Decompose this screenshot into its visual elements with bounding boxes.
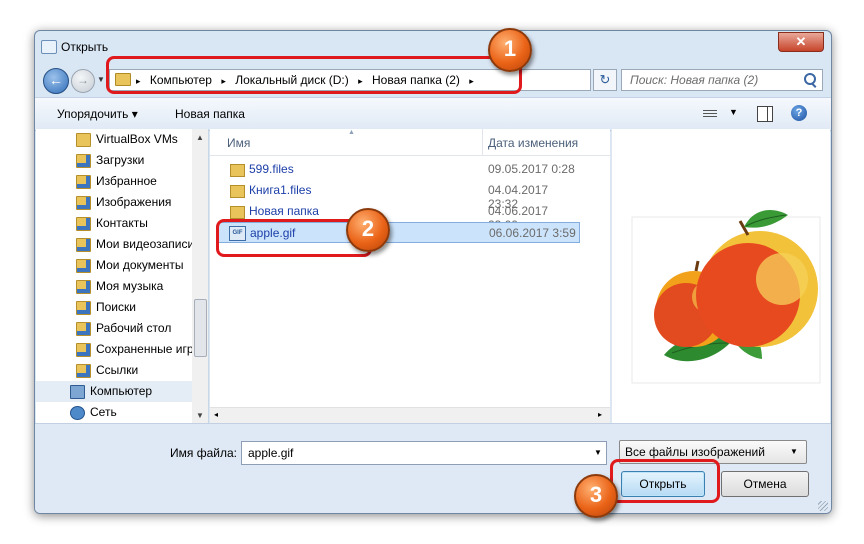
forward-button[interactable]: → <box>71 69 95 93</box>
links-folder-icon <box>76 364 91 378</box>
sidebar-item-links[interactable]: Ссылки <box>36 360 192 381</box>
views-dropdown-icon[interactable]: ▼ <box>729 107 738 117</box>
resize-grip-icon[interactable] <box>818 501 828 511</box>
sidebar-item-label: Мои документы <box>96 258 184 272</box>
sidebar-item-virtualbox-vms[interactable]: VirtualBox VMs <box>36 129 192 150</box>
sidebar-item-label: Рабочий стол <box>96 321 172 335</box>
sidebar-item-label: Сохраненные игры <box>96 342 192 356</box>
sidebar-item-saved-games[interactable]: Сохраненные игры <box>36 339 192 360</box>
folder-icon <box>230 185 245 198</box>
sidebar-item-label: Изображения <box>96 195 172 209</box>
sort-ascending-icon: ▲ <box>348 129 355 136</box>
sidebar-item-pictures[interactable]: Изображения <box>36 192 192 213</box>
sidebar-item-label: VirtualBox VMs <box>96 132 178 146</box>
sidebar-item-label: Контакты <box>96 216 148 230</box>
computer-icon <box>70 385 85 399</box>
sidebar-item-searches[interactable]: Поиски <box>36 297 192 318</box>
sidebar-item-downloads[interactable]: Загрузки <box>36 150 192 171</box>
searches-folder-icon <box>76 301 91 315</box>
file-type-value: Все файлы изображений <box>625 445 765 459</box>
search-input[interactable]: Поиск: Новая папка (2) <box>621 69 823 91</box>
sidebar-item-label: Сеть <box>90 405 117 419</box>
search-icon[interactable] <box>804 73 816 85</box>
scroll-down-icon[interactable]: ▼ <box>196 411 204 420</box>
sidebar-scrollbar[interactable]: ▲ ▼ <box>192 129 208 423</box>
column-header-name[interactable]: Имя <box>227 136 250 150</box>
address-bar-highlight <box>106 56 522 94</box>
column-divider[interactable] <box>482 129 483 155</box>
organize-menu-button[interactable]: Упорядочить ▾ <box>57 107 138 121</box>
sidebar-item-desktop[interactable]: Рабочий стол <box>36 318 192 339</box>
folder-icon <box>76 133 91 147</box>
app-icon <box>41 40 57 54</box>
documents-folder-icon <box>76 259 91 273</box>
sidebar-item-label: Мои видеозаписи <box>96 237 192 251</box>
videos-folder-icon <box>76 238 91 252</box>
sidebar-item-documents[interactable]: Мои документы <box>36 255 192 276</box>
step-badge-3: 3 <box>574 474 618 518</box>
saved-games-folder-icon <box>76 343 91 357</box>
help-icon[interactable]: ? <box>791 105 807 121</box>
command-toolbar: Упорядочить ▾ Новая папка ▼ ? <box>35 97 831 131</box>
change-view-icon[interactable] <box>703 108 717 119</box>
filename-field[interactable]: apple.gif ▼ <box>241 441 607 465</box>
open-file-dialog: Открыть ✕ ← → ▼ ▸ Компьютер ▸ Локальный … <box>34 30 832 514</box>
desktop-folder-icon <box>76 322 91 336</box>
file-date: 06.06.2017 3:59 <box>489 226 576 240</box>
preview-pane-icon[interactable] <box>757 106 773 122</box>
step-badge-2: 2 <box>346 208 390 252</box>
sidebar-item-music[interactable]: Моя музыка <box>36 276 192 297</box>
new-folder-button[interactable]: Новая папка <box>175 107 245 121</box>
sidebar-item-label: Ссылки <box>96 363 139 377</box>
sidebar-item-label: Избранное <box>96 174 157 188</box>
sidebar-item-label: Компьютер <box>90 384 153 398</box>
navigation-pane: VirtualBox VMs Загрузки Избранное Изобра… <box>36 129 209 423</box>
close-button[interactable]: ✕ <box>778 32 824 52</box>
search-placeholder: Поиск: Новая папка (2) <box>630 73 759 87</box>
filename-value[interactable]: apple.gif <box>248 446 293 460</box>
sidebar-item-label: Поиски <box>96 300 136 314</box>
folder-icon <box>230 206 245 219</box>
file-name: 599.files <box>249 162 294 176</box>
folder-icon <box>230 164 245 177</box>
file-name: Книга1.files <box>249 183 312 197</box>
window-title: Открыть <box>61 40 109 54</box>
downloads-folder-icon <box>76 154 91 168</box>
preview-pane <box>611 129 830 423</box>
scroll-right-icon[interactable]: ▸ <box>598 410 602 419</box>
file-list: ▲ Имя Дата изменения 599.files 09.05.201… <box>210 129 610 424</box>
scroll-left-icon[interactable]: ◂ <box>214 410 218 419</box>
sidebar-item-label: Загрузки <box>96 153 145 167</box>
column-header-date[interactable]: Дата изменения <box>488 136 578 150</box>
sidebar-item-contacts[interactable]: Контакты <box>36 213 192 234</box>
refresh-button[interactable]: ↻ <box>593 69 617 91</box>
contacts-folder-icon <box>76 217 91 231</box>
sidebar-item-computer[interactable]: Компьютер <box>36 381 192 402</box>
sidebar-item-network[interactable]: Сеть <box>36 402 192 423</box>
sidebar-item-favorites[interactable]: Избранное <box>36 171 192 192</box>
sidebar-item-videos[interactable]: Мои видеозаписи <box>36 234 192 255</box>
favorites-folder-icon <box>76 175 91 189</box>
file-name: Новая папка <box>249 204 319 218</box>
music-folder-icon <box>76 280 91 294</box>
column-headers: ▲ Имя Дата изменения <box>210 129 610 156</box>
open-button-highlight <box>610 459 720 503</box>
sidebar-item-label: Моя музыка <box>96 279 164 293</box>
step-badge-1: 1 <box>488 28 532 72</box>
file-type-dropdown-icon[interactable]: ▼ <box>790 447 798 456</box>
cancel-button[interactable]: Отмена <box>721 471 809 497</box>
scrollbar-thumb[interactable] <box>194 299 207 357</box>
scroll-up-icon[interactable]: ▲ <box>196 133 204 142</box>
file-row[interactable]: 599.files 09.05.2017 0:28 <box>218 159 580 180</box>
file-date: 09.05.2017 0:28 <box>488 162 575 176</box>
history-dropdown-icon[interactable]: ▼ <box>97 75 105 84</box>
horizontal-scrollbar[interactable]: ◂ ▸ <box>210 407 610 424</box>
filename-dropdown-icon[interactable]: ▼ <box>594 448 602 457</box>
file-row[interactable]: Книга1.files 04.04.2017 23:32 <box>218 180 580 211</box>
back-button[interactable]: ← <box>43 68 69 94</box>
apple-preview-image <box>612 129 830 423</box>
pictures-folder-icon <box>76 196 91 210</box>
filename-label: Имя файла: <box>170 446 237 460</box>
network-icon <box>70 406 85 420</box>
